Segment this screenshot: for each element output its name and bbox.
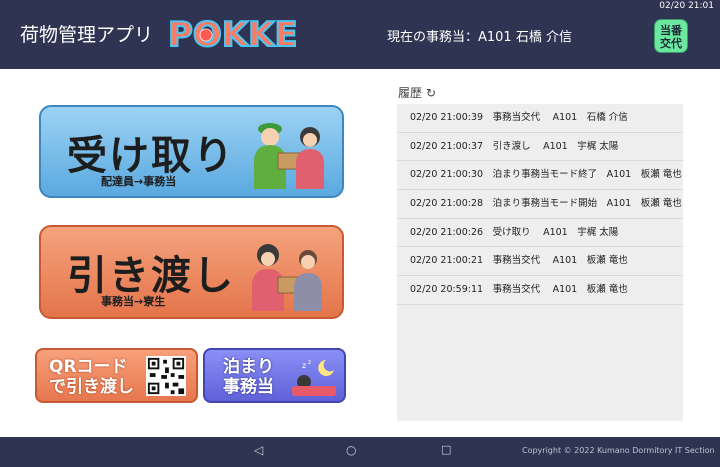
copyright-text: Copyright © 2022 Kumano Dormitory IT Sec…	[522, 446, 715, 455]
receive-button[interactable]: 受け取り 配達員→事務当	[39, 105, 344, 198]
receive-sublabel: 配達員→事務当	[101, 175, 177, 188]
handover-button[interactable]: 引き渡し 事務当→寮生	[39, 225, 344, 319]
history-list: 02/20 21:00:39 事務当交代 A101 石橋 介信 02/20 21…	[397, 104, 683, 421]
recents-icon[interactable]: □	[441, 443, 451, 456]
app-title: 荷物管理アプリ	[20, 24, 154, 46]
history-title: 履歴	[398, 86, 423, 100]
overnight-label-line1: 泊まり	[223, 357, 274, 377]
svg-text:z: z	[302, 361, 306, 370]
qr-label-line2: で引き渡し	[49, 377, 134, 397]
qr-label-line1: QRコード	[49, 357, 128, 377]
clock: 02/20 21:01	[659, 1, 714, 11]
history-row[interactable]: 02/20 21:00:21 事務当交代 A101 板瀬 竜也	[397, 247, 683, 277]
overnight-mode-button[interactable]: 泊まり 事務当 z z	[203, 348, 346, 403]
back-icon[interactable]: ◁	[254, 443, 263, 457]
system-nav-bar: ◁ ○ □ Copyright © 2022 Kumano Dormitory …	[0, 437, 720, 467]
duty-change-label: 当番 交代	[660, 24, 682, 50]
duty-change-button[interactable]: 当番 交代	[654, 19, 688, 53]
logo-text: POKKE	[168, 15, 296, 53]
app-header: 荷物管理アプリ POKKE 現在の事務当： A101 石橋 介信 当番 交代	[0, 12, 720, 69]
history-row[interactable]: 02/20 20:59:11 事務当交代 A101 板瀬 竜也	[397, 276, 683, 305]
history-row[interactable]: 02/20 21:00:39 事務当交代 A101 石橋 介信	[397, 104, 683, 133]
history-row[interactable]: 02/20 21:00:28 泊まり事務当モード開始 A101 板瀬 竜也	[397, 190, 683, 219]
current-duty-label: 現在の事務当：	[387, 30, 479, 45]
qr-handover-button[interactable]: QRコード で引き渡し	[35, 348, 198, 403]
pokke-logo: POKKE	[167, 14, 296, 53]
handover-sublabel: 事務当→寮生	[101, 295, 166, 308]
history-row[interactable]: 02/20 21:00:37 引き渡し A101 宇梶 太陽	[397, 133, 683, 162]
history-row[interactable]: 02/20 21:00:26 受け取り A101 宇梶 太陽	[397, 219, 683, 248]
sleeping-icon: z z	[292, 359, 336, 396]
refresh-icon[interactable]: ↻	[426, 86, 436, 100]
current-duty-value: A101 石橋 介信	[478, 30, 572, 45]
svg-text:z: z	[308, 359, 311, 366]
qr-code-icon	[146, 356, 186, 396]
history-row[interactable]: 02/20 21:00:30 泊まり事務当モード終了 A101 板瀬 竜也	[397, 161, 683, 191]
home-icon[interactable]: ○	[346, 443, 356, 457]
system-status-bar: 02/20 21:01	[0, 0, 720, 12]
delivery-illustration	[254, 123, 324, 189]
handover-illustration	[252, 244, 322, 311]
overnight-label-line2: 事務当	[223, 377, 274, 397]
